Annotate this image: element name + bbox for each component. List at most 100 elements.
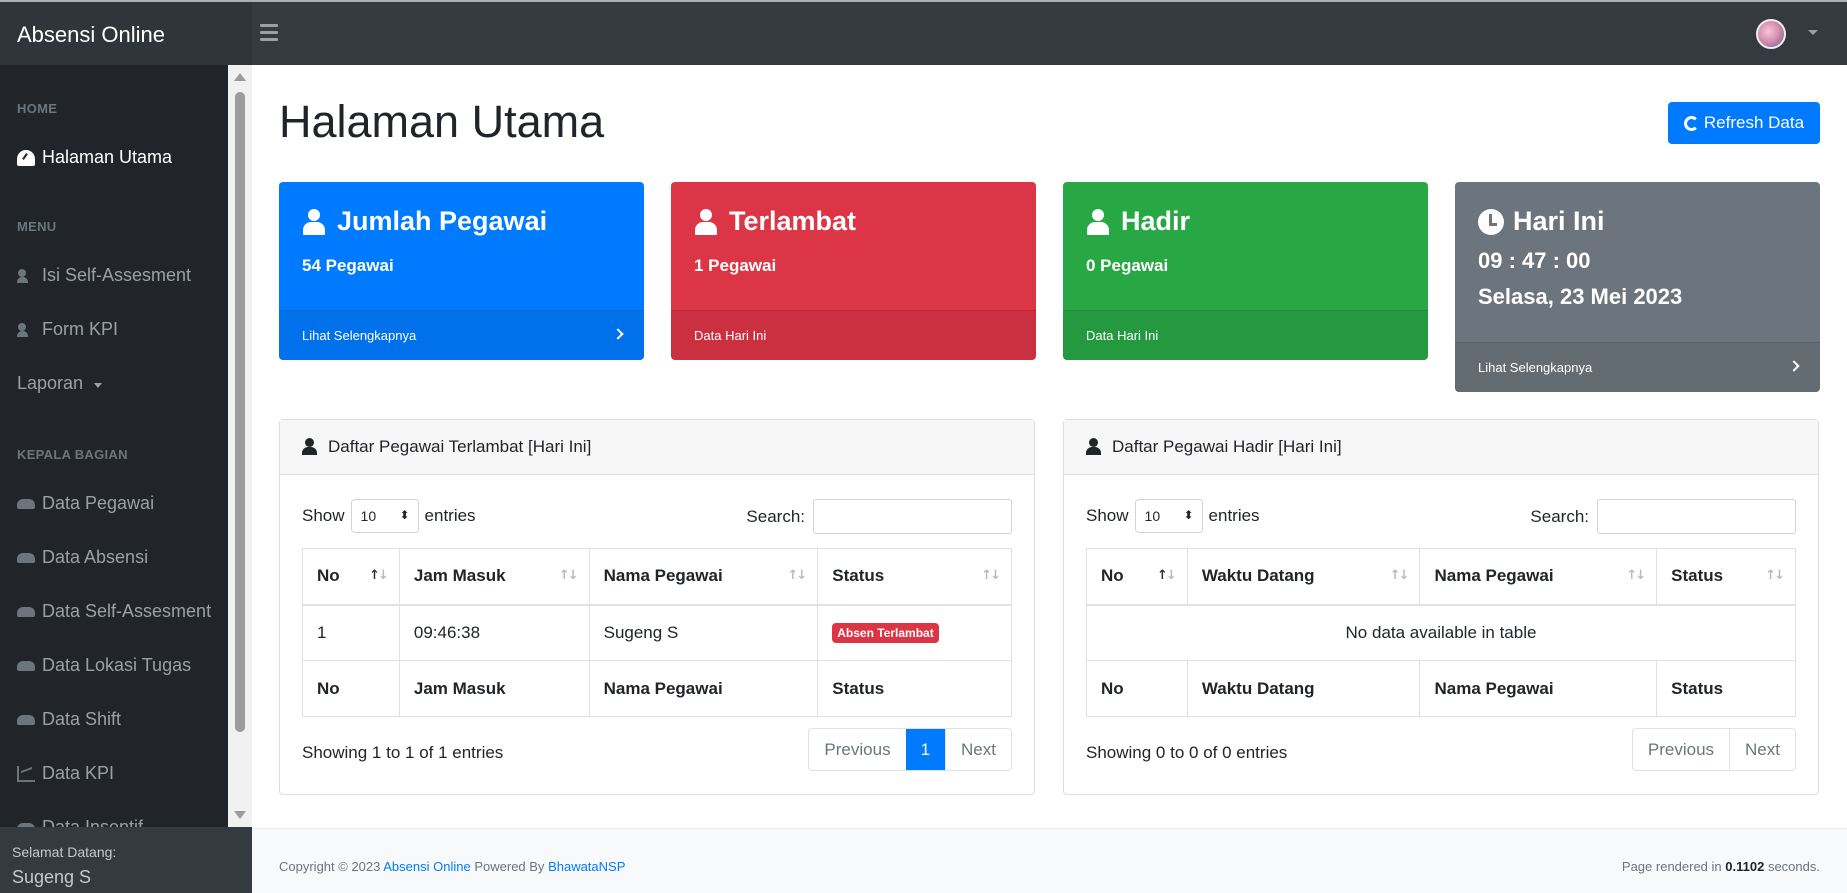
pagination-page[interactable]: 1 [905, 729, 946, 770]
search-label: Search: [1530, 506, 1589, 526]
user-clock-icon [694, 208, 720, 235]
sidebar-heading-menu: MENU [17, 219, 57, 234]
footer-nama-pegawai: Nama Pegawai [1419, 660, 1658, 717]
sidebar-scrollbar[interactable] [228, 65, 252, 827]
column-header-nama-pegawai[interactable]: Nama Pegawai ↑↓ [1419, 548, 1658, 606]
footer-render-time: Page rendered in 0.1102 seconds. [1622, 859, 1820, 874]
scroll-down-icon[interactable] [234, 811, 246, 819]
panel-title: Daftar Pegawai Terlambat [Hari Ini] [328, 437, 592, 456]
show-entries: Show 10 entries [302, 499, 476, 533]
late-employees-panel: Daftar Pegawai Terlambat [Hari Ini] Show… [279, 419, 1035, 795]
sidebar-toggle-icon[interactable] [260, 24, 278, 42]
render-time-suffix: seconds. [1767, 859, 1820, 874]
footer-author-link[interactable]: BhawataNSP [548, 859, 625, 874]
card-title: Hari Ini [1513, 206, 1605, 236]
card-footer-label: Lihat Selengkapnya [302, 328, 417, 343]
sort-icon: ↑↓ [369, 568, 389, 583]
cell-no: 1 [302, 604, 400, 661]
card-date: Selasa, 23 Mei 2023 [1478, 284, 1683, 309]
sidebar-item-label: Data Pegawai [42, 493, 155, 513]
entries-length-select[interactable]: 10 [1134, 499, 1203, 533]
sidebar-item-label: Data Absensi [42, 547, 149, 567]
brand-link[interactable]: Absensi Online [17, 22, 165, 48]
card-hari-ini: Hari Ini 09 : 47 : 00 Selasa, 23 Mei 202… [1455, 182, 1820, 392]
pagination: Previous 1 Next [808, 728, 1012, 771]
sidebar-item-data-lokasi-tugas[interactable]: Data Lokasi Tugas [17, 655, 191, 676]
pagination-next[interactable]: Next [945, 729, 1011, 770]
sidebar-item-data-shift[interactable]: Data Shift [17, 709, 121, 730]
pagination-previous[interactable]: Previous [1633, 729, 1729, 770]
clock-icon [1478, 208, 1504, 235]
cell-status: Absen Terlambat [817, 604, 1012, 661]
column-header-jam-masuk[interactable]: Jam Masuk ↑↓ [398, 548, 590, 606]
column-header-status[interactable]: Status ↑↓ [817, 548, 1012, 606]
sidebar-item-label: Data KPI [42, 763, 115, 783]
sidebar-item-laporan[interactable]: Laporan [17, 373, 103, 394]
pagination-next[interactable]: Next [1729, 729, 1795, 770]
card-title: Jumlah Pegawai [337, 206, 548, 236]
column-header-nama-pegawai[interactable]: Nama Pegawai ↑↓ [588, 548, 819, 606]
footer-status: Status [1656, 660, 1796, 717]
sidebar-item-label: Data Lokasi Tugas [42, 655, 192, 675]
user-check-icon [1086, 438, 1106, 456]
users-icon [17, 550, 35, 566]
card-terlambat: Terlambat 1 Pegawai Data Hari Ini [671, 182, 1036, 360]
column-header-status[interactable]: Status ↑↓ [1656, 548, 1796, 606]
card-footer-link[interactable]: Lihat Selengkapnya [279, 310, 644, 360]
gauge-icon [17, 149, 35, 166]
user-clock-icon [302, 438, 322, 456]
sidebar-item-label: Halaman Utama [42, 147, 173, 167]
footer-app-link[interactable]: Absensi Online [383, 859, 470, 874]
table-search: Search: [746, 499, 1012, 534]
sidebar-footer: Selamat Datang: Sugeng S [0, 827, 252, 893]
user-avatar[interactable] [1756, 19, 1786, 49]
sidebar-item-label: Isi Self-Assesment [42, 265, 192, 285]
user-check-icon [17, 268, 35, 284]
column-header-waktu-datang[interactable]: Waktu Datang ↑↓ [1186, 548, 1421, 606]
sidebar-item-data-self-assesment[interactable]: Data Self-Assesment [17, 601, 211, 622]
sidebar-item-data-absensi[interactable]: Data Absensi [17, 547, 148, 568]
entries-length-select[interactable]: 10 [350, 499, 419, 533]
sidebar-item-data-kpi[interactable]: Data KPI [17, 763, 114, 784]
card-value: 0 Pegawai [1086, 256, 1169, 275]
chevron-down-icon[interactable] [1808, 30, 1818, 35]
sidebar-item-data-pegawai[interactable]: Data Pegawai [17, 493, 154, 514]
scroll-up-icon[interactable] [234, 73, 246, 81]
cell-jam-masuk: 09:46:38 [398, 604, 590, 661]
sidebar-item-isi-self-assesment[interactable]: Isi Self-Assesment [17, 265, 191, 286]
footer-no: No [1086, 660, 1188, 717]
pagination-previous[interactable]: Previous [809, 729, 905, 770]
chevron-right-icon [612, 328, 624, 340]
sidebar-item-form-kpi[interactable]: Form KPI [17, 319, 118, 340]
column-header-no[interactable]: No ↑↓ [302, 548, 400, 606]
card-title: Hadir [1121, 206, 1191, 236]
welcome-user-name: Sugeng S [12, 867, 92, 887]
users-icon [17, 712, 35, 728]
sort-icon: ↑↓ [1626, 568, 1646, 583]
scrollbar-thumb[interactable] [235, 92, 245, 732]
card-footer: Data Hari Ini [671, 310, 1036, 360]
card-title: Terlambat [729, 206, 857, 236]
card-footer-label: Data Hari Ini [1086, 328, 1159, 343]
card-footer-link[interactable]: Lihat Selengkapnya [1455, 342, 1820, 392]
card-footer: Data Hari Ini [1063, 310, 1428, 360]
table-info: Showing 0 to 0 of 0 entries [1086, 743, 1288, 762]
sidebar: HOME Halaman Utama MENU Isi Self-Assesme… [0, 65, 252, 893]
footer-nama-pegawai: Nama Pegawai [588, 660, 819, 717]
refresh-data-button[interactable]: Refresh Data [1668, 102, 1820, 144]
sidebar-item-halaman-utama[interactable]: Halaman Utama [17, 147, 172, 168]
copyright-text: Copyright © 2023 [279, 859, 381, 874]
search-input[interactable] [1597, 499, 1796, 534]
card-time: 09 : 47 : 00 [1478, 248, 1591, 273]
table-search: Search: [1530, 499, 1796, 534]
sort-icon: ↑↓ [1389, 568, 1410, 583]
refresh-icon [1683, 115, 1699, 131]
column-header-no[interactable]: No ↑↓ [1086, 548, 1188, 606]
card-value: 1 Pegawai [694, 256, 777, 275]
card-hadir: Hadir 0 Pegawai Data Hari Ini [1063, 182, 1428, 360]
present-employees-table: No ↑↓ Waktu Datang ↑↓ Nama Pegawai ↑↓ Statu… [1086, 548, 1796, 717]
top-navbar: Absensi Online [0, 0, 1847, 65]
render-time-value: 0.1102 [1725, 859, 1765, 874]
search-input[interactable] [813, 499, 1012, 534]
user-tie-icon [302, 208, 328, 235]
